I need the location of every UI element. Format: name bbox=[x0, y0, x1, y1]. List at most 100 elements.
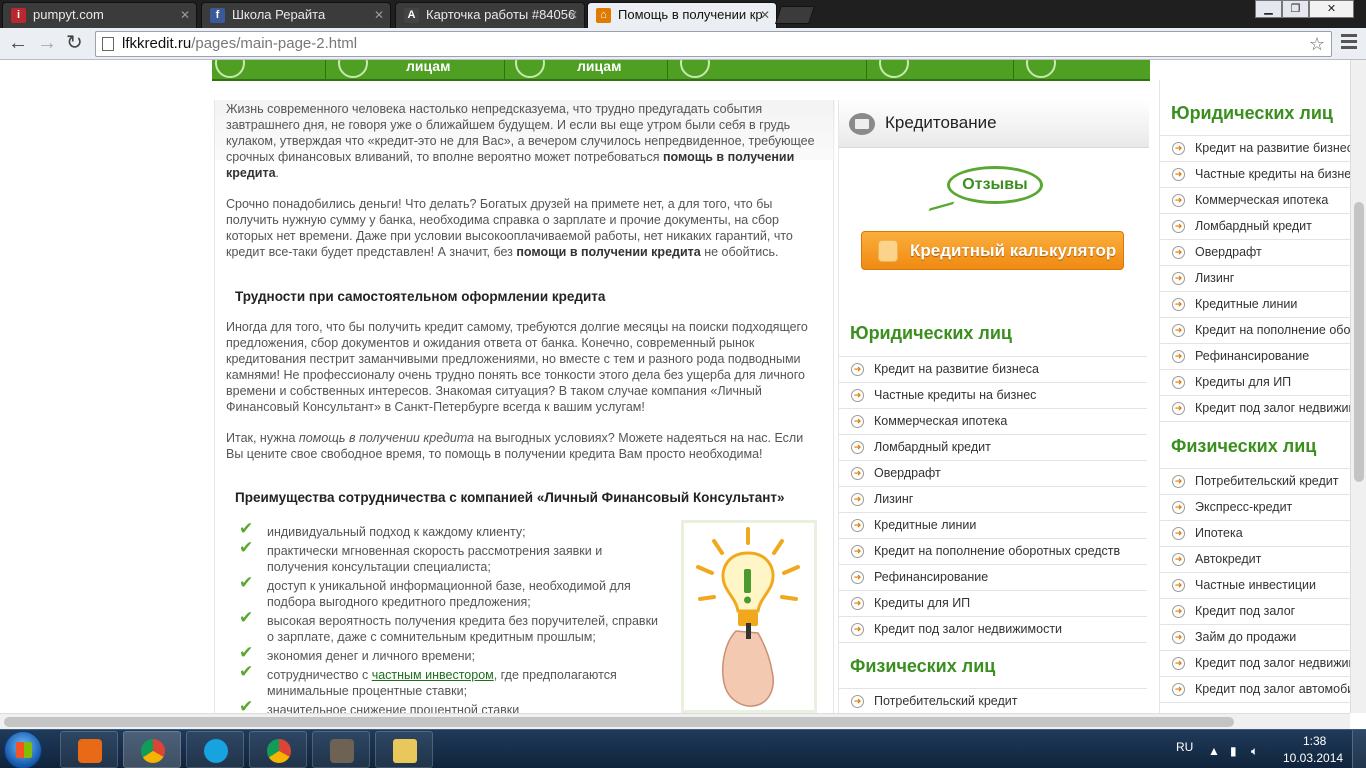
nav-item[interactable] bbox=[212, 60, 324, 81]
volume-icon[interactable]: 🔈︎ bbox=[1251, 744, 1258, 759]
individuals-list: ➜ Потребительский кредит bbox=[839, 688, 1147, 713]
nav-item[interactable] bbox=[867, 60, 1013, 81]
scroll-thumb[interactable] bbox=[1354, 202, 1364, 482]
arrow-circle-icon: ➜ bbox=[1172, 402, 1185, 415]
sidebar-link[interactable]: ➜ Кредит под залог bbox=[1160, 599, 1350, 625]
taskbar-skype[interactable] bbox=[186, 731, 244, 768]
tab-close-icon[interactable]: ✕ bbox=[568, 3, 578, 27]
sidebar-link[interactable]: ➜ Овердрафт bbox=[839, 461, 1147, 487]
private-investor-link[interactable]: частным инвестором bbox=[372, 668, 494, 682]
tab-credit-help[interactable]: ⌂ Помощь в получении кр ✕ bbox=[587, 2, 777, 28]
sidebar-link[interactable]: ➜ Ломбардный кредит bbox=[1160, 214, 1350, 240]
sidebar-link[interactable]: ➜ Лизинг bbox=[839, 487, 1147, 513]
arrow-circle-icon: ➜ bbox=[1172, 631, 1185, 644]
p4-italic-phrase: помощь в получении кредита bbox=[298, 431, 475, 445]
start-button[interactable] bbox=[4, 731, 42, 768]
credit-header: Кредитование bbox=[839, 100, 1149, 148]
sidebar-link[interactable]: ➜ Кредит под залог недвижимости bbox=[839, 617, 1147, 643]
link-label: Частные инвестиции bbox=[1195, 578, 1316, 592]
network-icon[interactable]: ▮ bbox=[1230, 744, 1237, 758]
nav-item[interactable] bbox=[668, 60, 866, 81]
show-desktop-button[interactable] bbox=[1352, 730, 1366, 768]
nav-item[interactable] bbox=[1014, 60, 1150, 81]
arrow-circle-icon: ➜ bbox=[851, 545, 864, 558]
new-tab-button[interactable] bbox=[775, 6, 815, 24]
clock-date[interactable]: 10.03.2014 bbox=[1283, 751, 1343, 765]
sidebar-link[interactable]: ➜ Ломбардный кредит bbox=[839, 435, 1147, 461]
sidebar-link[interactable]: ➜ Кредит на пополнение оборотных средств bbox=[1160, 318, 1350, 344]
chrome-menu-icon[interactable] bbox=[1341, 34, 1357, 52]
advantage-item: ✔ индивидуальный подход к каждому клиенту… bbox=[239, 519, 526, 539]
restore-icon[interactable]: ❐ bbox=[1282, 0, 1309, 18]
sidebar-link[interactable]: ➜ Кредит под залог недвижимости bbox=[1160, 396, 1350, 422]
sidebar-link[interactable]: ➜ Рефинансирование bbox=[1160, 344, 1350, 370]
tab-close-icon[interactable]: ✕ bbox=[180, 3, 190, 27]
tray-expand-icon[interactable]: ▲ bbox=[1208, 744, 1220, 758]
bookmark-star-icon[interactable]: ☆ bbox=[1309, 32, 1325, 56]
credit-calculator-button[interactable]: Кредитный калькулятор bbox=[861, 231, 1124, 270]
arrow-circle-icon: ➜ bbox=[1172, 501, 1185, 514]
arrow-circle-icon: ➜ bbox=[851, 415, 864, 428]
link-label: Кредит под залог недвижимости bbox=[874, 622, 1063, 636]
arrow-circle-icon: ➜ bbox=[1172, 605, 1185, 618]
taskbar-explorer[interactable] bbox=[375, 731, 433, 768]
link-label: Кредит под залог недвижимости bbox=[1195, 656, 1350, 670]
sidebar-link[interactable]: ➜ Потребительский кредит bbox=[839, 689, 1147, 713]
sidebar-link[interactable]: ➜ Кредитные линии bbox=[839, 513, 1147, 539]
sidebar-link[interactable]: ➜ Рефинансирование bbox=[839, 565, 1147, 591]
tab-work-card[interactable]: A Карточка работы #84056 ✕ bbox=[395, 2, 585, 28]
sidebar-link[interactable]: ➜ Автокредит bbox=[1160, 547, 1350, 573]
sidebar-link[interactable]: ➜ Ипотека bbox=[1160, 521, 1350, 547]
reviews-button[interactable]: Отзывы bbox=[947, 166, 1043, 204]
sidebar-link[interactable]: ➜ Овердрафт bbox=[1160, 240, 1350, 266]
tab-close-icon[interactable]: ✕ bbox=[374, 3, 384, 27]
sidebar-link[interactable]: ➜ Кредиты для ИП bbox=[839, 591, 1147, 617]
taskbar-chrome-2[interactable] bbox=[249, 731, 307, 768]
sidebar-link[interactable]: ➜ Лизинг bbox=[1160, 266, 1350, 292]
sidebar-link[interactable]: ➜ Кредитные линии bbox=[1160, 292, 1350, 318]
calc-label: Кредитный калькулятор bbox=[910, 241, 1117, 260]
screen: i pumpyt.com ✕ f Школа Рерайта ✕ A Карто… bbox=[0, 0, 1366, 768]
sidebar-link[interactable]: ➜ Потребительский кредит bbox=[1160, 469, 1350, 495]
taskbar-chrome[interactable] bbox=[123, 731, 181, 768]
minimize-icon[interactable]: ▁ bbox=[1255, 0, 1282, 18]
checkmark-icon: ✔ bbox=[239, 608, 254, 627]
paragraph-2: Срочно понадобились деньги! Что делать? … bbox=[226, 197, 793, 259]
link-label: Кредит под залог bbox=[1195, 604, 1296, 618]
horizontal-scrollbar[interactable] bbox=[0, 713, 1350, 729]
reload-icon[interactable]: ↻ bbox=[66, 32, 83, 54]
nav-item-physical[interactable]: лицам bbox=[505, 60, 667, 81]
clock-time[interactable]: 1:38 bbox=[1303, 734, 1326, 748]
taskbar-media-player[interactable] bbox=[60, 731, 118, 768]
vertical-scrollbar[interactable] bbox=[1350, 60, 1366, 713]
sidebar-link[interactable]: ➜ Кредит под залог автомобиля bbox=[1160, 677, 1350, 703]
sidebar-link[interactable]: ➜ Коммерческая ипотека bbox=[1160, 188, 1350, 214]
sidebar-link[interactable]: ➜ Кредит на пополнение оборотных средств bbox=[839, 539, 1147, 565]
close-window-icon[interactable]: ✕ bbox=[1309, 0, 1354, 18]
arrow-circle-icon: ➜ bbox=[1172, 350, 1185, 363]
nav-item-legal[interactable]: лицам bbox=[326, 60, 504, 81]
back-arrow-icon[interactable]: ← bbox=[8, 32, 28, 54]
scroll-thumb[interactable] bbox=[4, 717, 1234, 727]
tab-close-icon[interactable]: ✕ bbox=[760, 3, 770, 27]
address-bar[interactable]: lfkkredit.ru/pages/main-page-2.html ☆ bbox=[95, 31, 1332, 57]
sidebar-link[interactable]: ➜ Займ до продажи bbox=[1160, 625, 1350, 651]
tab-pumpyt[interactable]: i pumpyt.com ✕ bbox=[2, 2, 197, 28]
sidebar-link[interactable]: ➜ Экспресс-кредит bbox=[1160, 495, 1350, 521]
sidebar-link[interactable]: ➜ Частные кредиты на бизнес bbox=[1160, 162, 1350, 188]
link-label: Кредит на пополнение оборотных средств bbox=[874, 544, 1121, 558]
sidebar-link[interactable]: ➜ Кредиты для ИП bbox=[1160, 370, 1350, 396]
language-indicator[interactable]: RU bbox=[1176, 740, 1193, 754]
sidebar-link[interactable]: ➜ Коммерческая ипотека bbox=[839, 409, 1147, 435]
tab-title: Школа Рерайта bbox=[232, 7, 326, 22]
forward-arrow-icon[interactable]: → bbox=[37, 32, 57, 54]
sidebar-link[interactable]: ➜ Частные кредиты на бизнес bbox=[839, 383, 1147, 409]
taskbar-gimp[interactable] bbox=[312, 731, 370, 768]
link-label: Ломбардный кредит bbox=[1195, 219, 1312, 233]
tab-school[interactable]: f Школа Рерайта ✕ bbox=[201, 2, 391, 28]
sidebar-link[interactable]: ➜ Кредит под залог недвижимости bbox=[1160, 651, 1350, 677]
sidebar-link[interactable]: ➜ Кредит на развитие бизнеса bbox=[839, 357, 1147, 383]
chrome-icon bbox=[267, 739, 291, 763]
sidebar-link[interactable]: ➜ Кредит на развитие бизнеса bbox=[1160, 136, 1350, 162]
sidebar-link[interactable]: ➜ Частные инвестиции bbox=[1160, 573, 1350, 599]
